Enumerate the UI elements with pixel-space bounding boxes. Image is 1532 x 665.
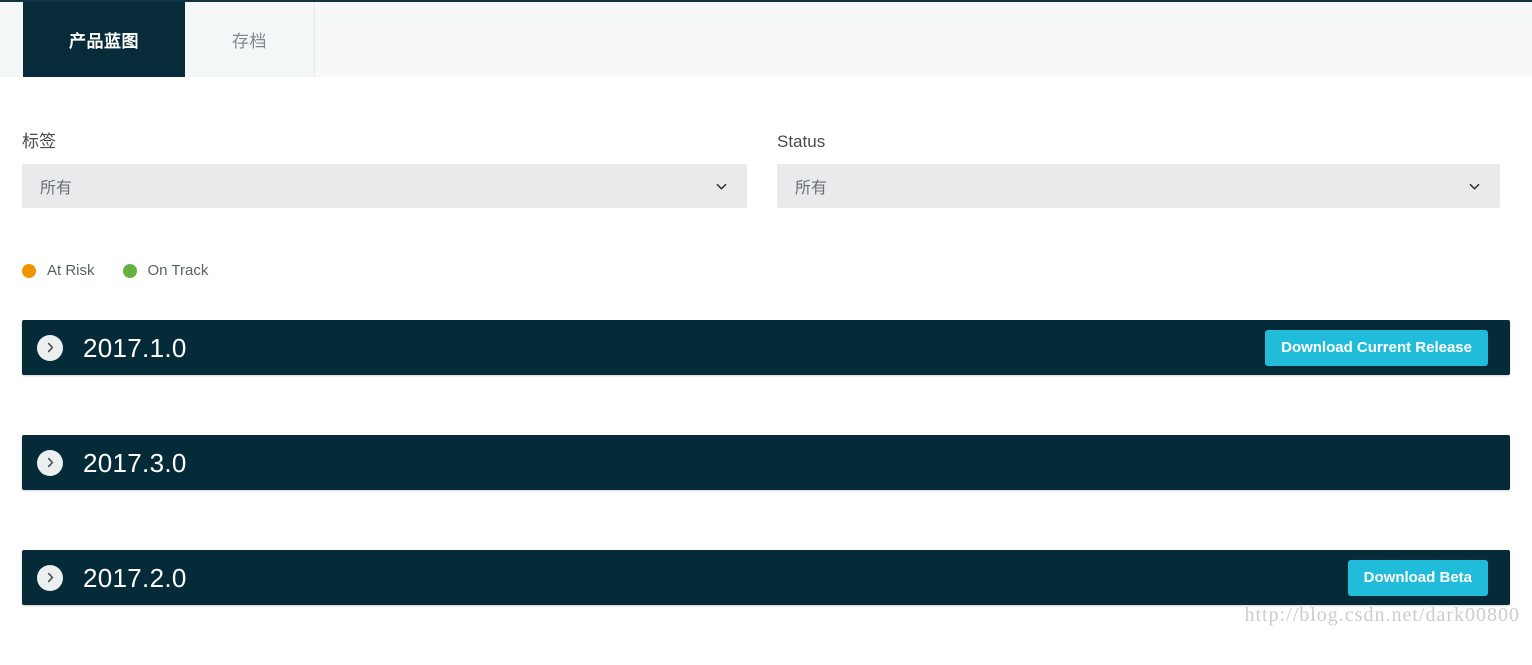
status-filter-group: Status 所有 — [777, 132, 1500, 208]
release-version: 2017.3.0 — [83, 447, 187, 478]
status-legend: At Risk On Track — [22, 262, 208, 280]
tab-archive-label: 存档 — [232, 32, 267, 51]
tag-filter-label: 标签 — [22, 132, 56, 151]
download-beta-button[interactable]: Download Beta — [1347, 559, 1488, 596]
tab-product-roadmap[interactable]: 产品蓝图 — [23, 2, 185, 77]
release-list: 2017.1.0 Download Current Release 2017.3… — [22, 320, 1510, 665]
at-risk-dot-icon — [22, 264, 36, 278]
download-current-release-button[interactable]: Download Current Release — [1265, 329, 1488, 366]
tab-product-roadmap-label: 产品蓝图 — [69, 32, 139, 51]
release-row[interactable]: 2017.2.0 Download Beta — [22, 550, 1510, 605]
tag-filter-group: 标签 所有 — [22, 132, 747, 208]
tab-bar-filler — [315, 2, 1532, 77]
chevron-right-icon[interactable] — [37, 564, 63, 591]
status-filter-select[interactable]: 所有 — [777, 164, 1500, 208]
on-track-dot-icon — [122, 264, 137, 278]
release-version: 2017.1.0 — [83, 332, 187, 363]
tab-bar-lead-spacer — [0, 2, 23, 77]
status-filter-value: 所有 — [795, 180, 828, 197]
tab-archive[interactable]: 存档 — [185, 2, 315, 77]
legend-label-at-risk: At Risk — [47, 262, 95, 279]
legend-item-on-track: On Track — [122, 262, 209, 280]
chevron-right-icon[interactable] — [37, 449, 63, 476]
release-version: 2017.2.0 — [83, 562, 187, 593]
status-filter-label: Status — [777, 132, 826, 151]
chevron-right-icon[interactable] — [37, 334, 63, 361]
release-row[interactable]: 2017.1.0 Download Current Release — [22, 320, 1510, 375]
tag-filter-value: 所有 — [40, 180, 73, 197]
legend-item-at-risk: At Risk — [22, 262, 95, 280]
release-row[interactable]: 2017.3.0 — [22, 435, 1510, 490]
filter-bar: 标签 所有 Status 所有 — [0, 77, 1532, 232]
chevron-down-icon — [716, 181, 727, 192]
tab-bar: 产品蓝图 存档 — [0, 0, 1532, 77]
chevron-down-icon — [1469, 181, 1480, 192]
legend-label-on-track: On Track — [147, 262, 209, 279]
tag-filter-select[interactable]: 所有 — [22, 164, 747, 208]
